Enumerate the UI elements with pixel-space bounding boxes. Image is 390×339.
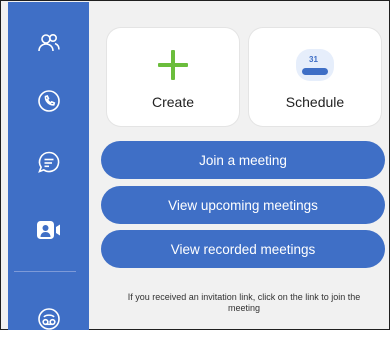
contacts-icon — [37, 33, 60, 52]
view-upcoming-meetings-button[interactable]: View upcoming meetings — [101, 186, 385, 224]
join-meeting-button[interactable]: Join a meeting — [101, 141, 385, 179]
sidebar-item-meetings[interactable] — [8, 210, 89, 250]
phone-icon — [37, 90, 60, 112]
sidebar-divider — [14, 271, 76, 272]
sidebar-item-calls[interactable] — [8, 81, 89, 121]
invitation-hint: If you received an invitation link, clic… — [127, 292, 361, 313]
app-window: Create 31 Schedule Join a meeting View u… — [0, 0, 390, 330]
sidebar-item-voicemail[interactable] — [8, 299, 89, 339]
view-recorded-meetings-button[interactable]: View recorded meetings — [101, 230, 385, 268]
create-tile[interactable]: Create — [107, 28, 239, 126]
chat-icon — [37, 151, 59, 173]
calendar-icon: 31 — [249, 47, 381, 83]
plus-icon — [158, 50, 188, 80]
voicemail-icon — [37, 308, 60, 330]
schedule-tile[interactable]: 31 Schedule — [249, 28, 381, 126]
sidebar-item-chat[interactable] — [8, 142, 89, 182]
meetings-icon — [36, 221, 60, 239]
sidebar-item-contacts[interactable] — [8, 23, 89, 63]
sidebar — [8, 2, 89, 330]
schedule-label: Schedule — [285, 94, 345, 110]
calendar-day: 31 — [309, 55, 318, 64]
create-label: Create — [151, 94, 195, 110]
